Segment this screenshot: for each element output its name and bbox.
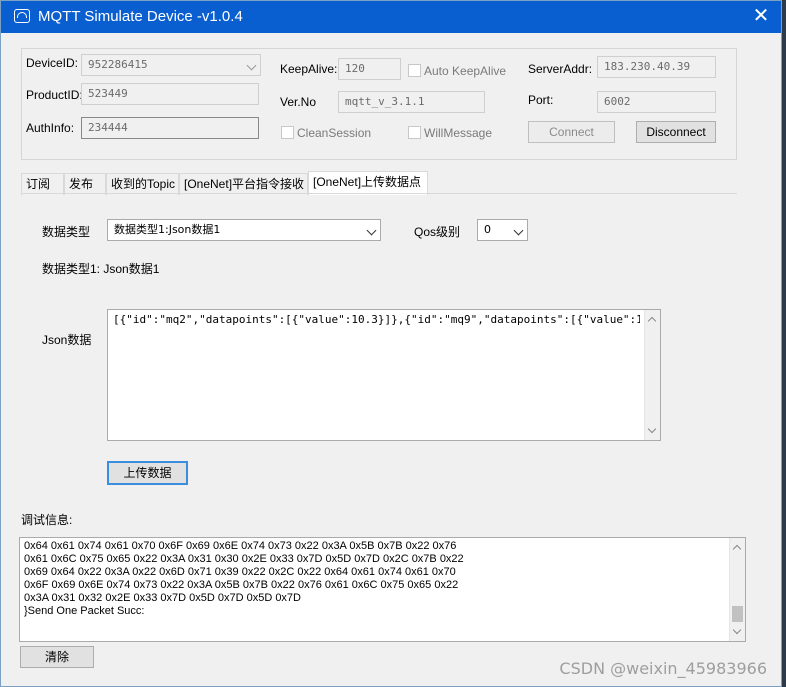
- log-line: 0x61 0x6C 0x75 0x65 0x22 0x3A 0x31 0x30 …: [24, 553, 464, 565]
- clean-session-label: CleanSession: [297, 126, 372, 140]
- debug-label: 调试信息:: [21, 513, 73, 527]
- device-id-value: 952286415: [88, 58, 148, 71]
- checkbox-box: [281, 126, 294, 139]
- cloud-app-icon: [14, 9, 30, 23]
- server-addr-label: ServerAddr:: [528, 62, 593, 76]
- data-type-value: 数据类型1:Json数据1: [114, 223, 221, 236]
- tab-received-topic[interactable]: 收到的Topic: [106, 173, 179, 195]
- qos-value: 0: [484, 223, 491, 236]
- tab-subscribe[interactable]: 订阅: [21, 173, 64, 195]
- log-line: 0x6F 0x69 0x6E 0x74 0x73 0x22 0x3A 0x5B …: [24, 579, 459, 591]
- tab-publish[interactable]: 发布: [64, 173, 106, 195]
- auto-keepalive-label: Auto KeepAlive: [424, 64, 507, 78]
- tab-onenet-upload[interactable]: [OneNet]上传数据点: [308, 171, 428, 195]
- upload-data-button[interactable]: 上传数据: [107, 461, 188, 485]
- auto-keepalive-checkbox[interactable]: Auto KeepAlive: [408, 64, 506, 78]
- product-id-field[interactable]: 523449: [81, 83, 259, 105]
- scroll-up-icon[interactable]: [732, 544, 742, 554]
- disconnect-button[interactable]: Disconnect: [636, 121, 716, 143]
- qos-label: Qos级别: [414, 225, 461, 239]
- window-title: MQTT Simulate Device -v1.0.4: [38, 8, 243, 25]
- checkbox-box: [408, 126, 421, 139]
- scroll-up-icon[interactable]: [647, 316, 657, 326]
- server-addr-field[interactable]: 183.230.40.39: [597, 56, 716, 78]
- checkbox-box: [408, 64, 421, 77]
- json-label: Json数据: [42, 333, 92, 347]
- port-label: Port:: [528, 93, 554, 107]
- csdn-watermark: CSDN @weixin_45983966: [559, 659, 767, 678]
- device-id-label: DeviceID:: [26, 56, 79, 70]
- scroll-down-icon[interactable]: [732, 625, 742, 635]
- close-icon[interactable]: ✕: [749, 5, 773, 29]
- will-message-checkbox[interactable]: WillMessage: [408, 126, 492, 140]
- title-bar[interactable]: MQTT Simulate Device -v1.0.4 ✕: [1, 1, 781, 33]
- tab-onenet-commands[interactable]: [OneNet]平台指令接收: [179, 173, 308, 195]
- json-scrollbar[interactable]: [644, 310, 660, 440]
- log-line: 0x64 0x61 0x74 0x61 0x70 0x6F 0x69 0x6E …: [24, 540, 457, 552]
- will-message-label: WillMessage: [424, 126, 493, 140]
- device-id-combo[interactable]: 952286415: [81, 54, 261, 76]
- app-window: MQTT Simulate Device -v1.0.4 ✕ DeviceID:…: [0, 0, 782, 687]
- keepalive-label: KeepAlive:: [280, 62, 338, 76]
- version-field[interactable]: mqtt_v_3.1.1: [338, 91, 485, 113]
- json-textarea[interactable]: [{"id":"mq2","datapoints":[{"value":10.3…: [107, 309, 661, 441]
- connect-button[interactable]: Connect: [528, 121, 615, 143]
- chevron-down-icon: [366, 225, 377, 236]
- log-line: }Send One Packet Succ:: [24, 605, 145, 617]
- auth-info-label: AuthInfo:: [26, 121, 75, 135]
- clear-button[interactable]: 清除: [20, 646, 94, 668]
- clean-session-checkbox[interactable]: CleanSession: [281, 126, 371, 140]
- debug-log[interactable]: 0x64 0x61 0x74 0x61 0x70 0x6F 0x69 0x6E …: [19, 537, 746, 642]
- debug-scrollbar[interactable]: [729, 538, 745, 641]
- data-type-label: 数据类型: [42, 225, 91, 239]
- chevron-down-icon: [246, 60, 257, 71]
- version-label: Ver.No: [280, 95, 317, 109]
- data-type-description: 数据类型1: Json数据1: [42, 262, 160, 276]
- port-field[interactable]: 6002: [597, 91, 716, 113]
- qos-select[interactable]: 0: [477, 219, 528, 241]
- log-line: 0x69 0x64 0x22 0x3A 0x22 0x6D 0x71 0x39 …: [24, 566, 456, 578]
- data-type-select[interactable]: 数据类型1:Json数据1: [107, 219, 381, 241]
- json-value: [{"id":"mq2","datapoints":[{"value":10.3…: [113, 313, 640, 326]
- chevron-down-icon: [513, 225, 524, 236]
- scroll-thumb[interactable]: [732, 606, 743, 622]
- product-id-label: ProductID:: [26, 88, 83, 102]
- scroll-down-icon[interactable]: [647, 424, 657, 434]
- auth-info-field[interactable]: 234444: [81, 117, 259, 139]
- log-line: 0x3A 0x31 0x32 0x2E 0x33 0x7D 0x5D 0x7D …: [24, 592, 301, 604]
- keepalive-field[interactable]: 120: [338, 58, 401, 80]
